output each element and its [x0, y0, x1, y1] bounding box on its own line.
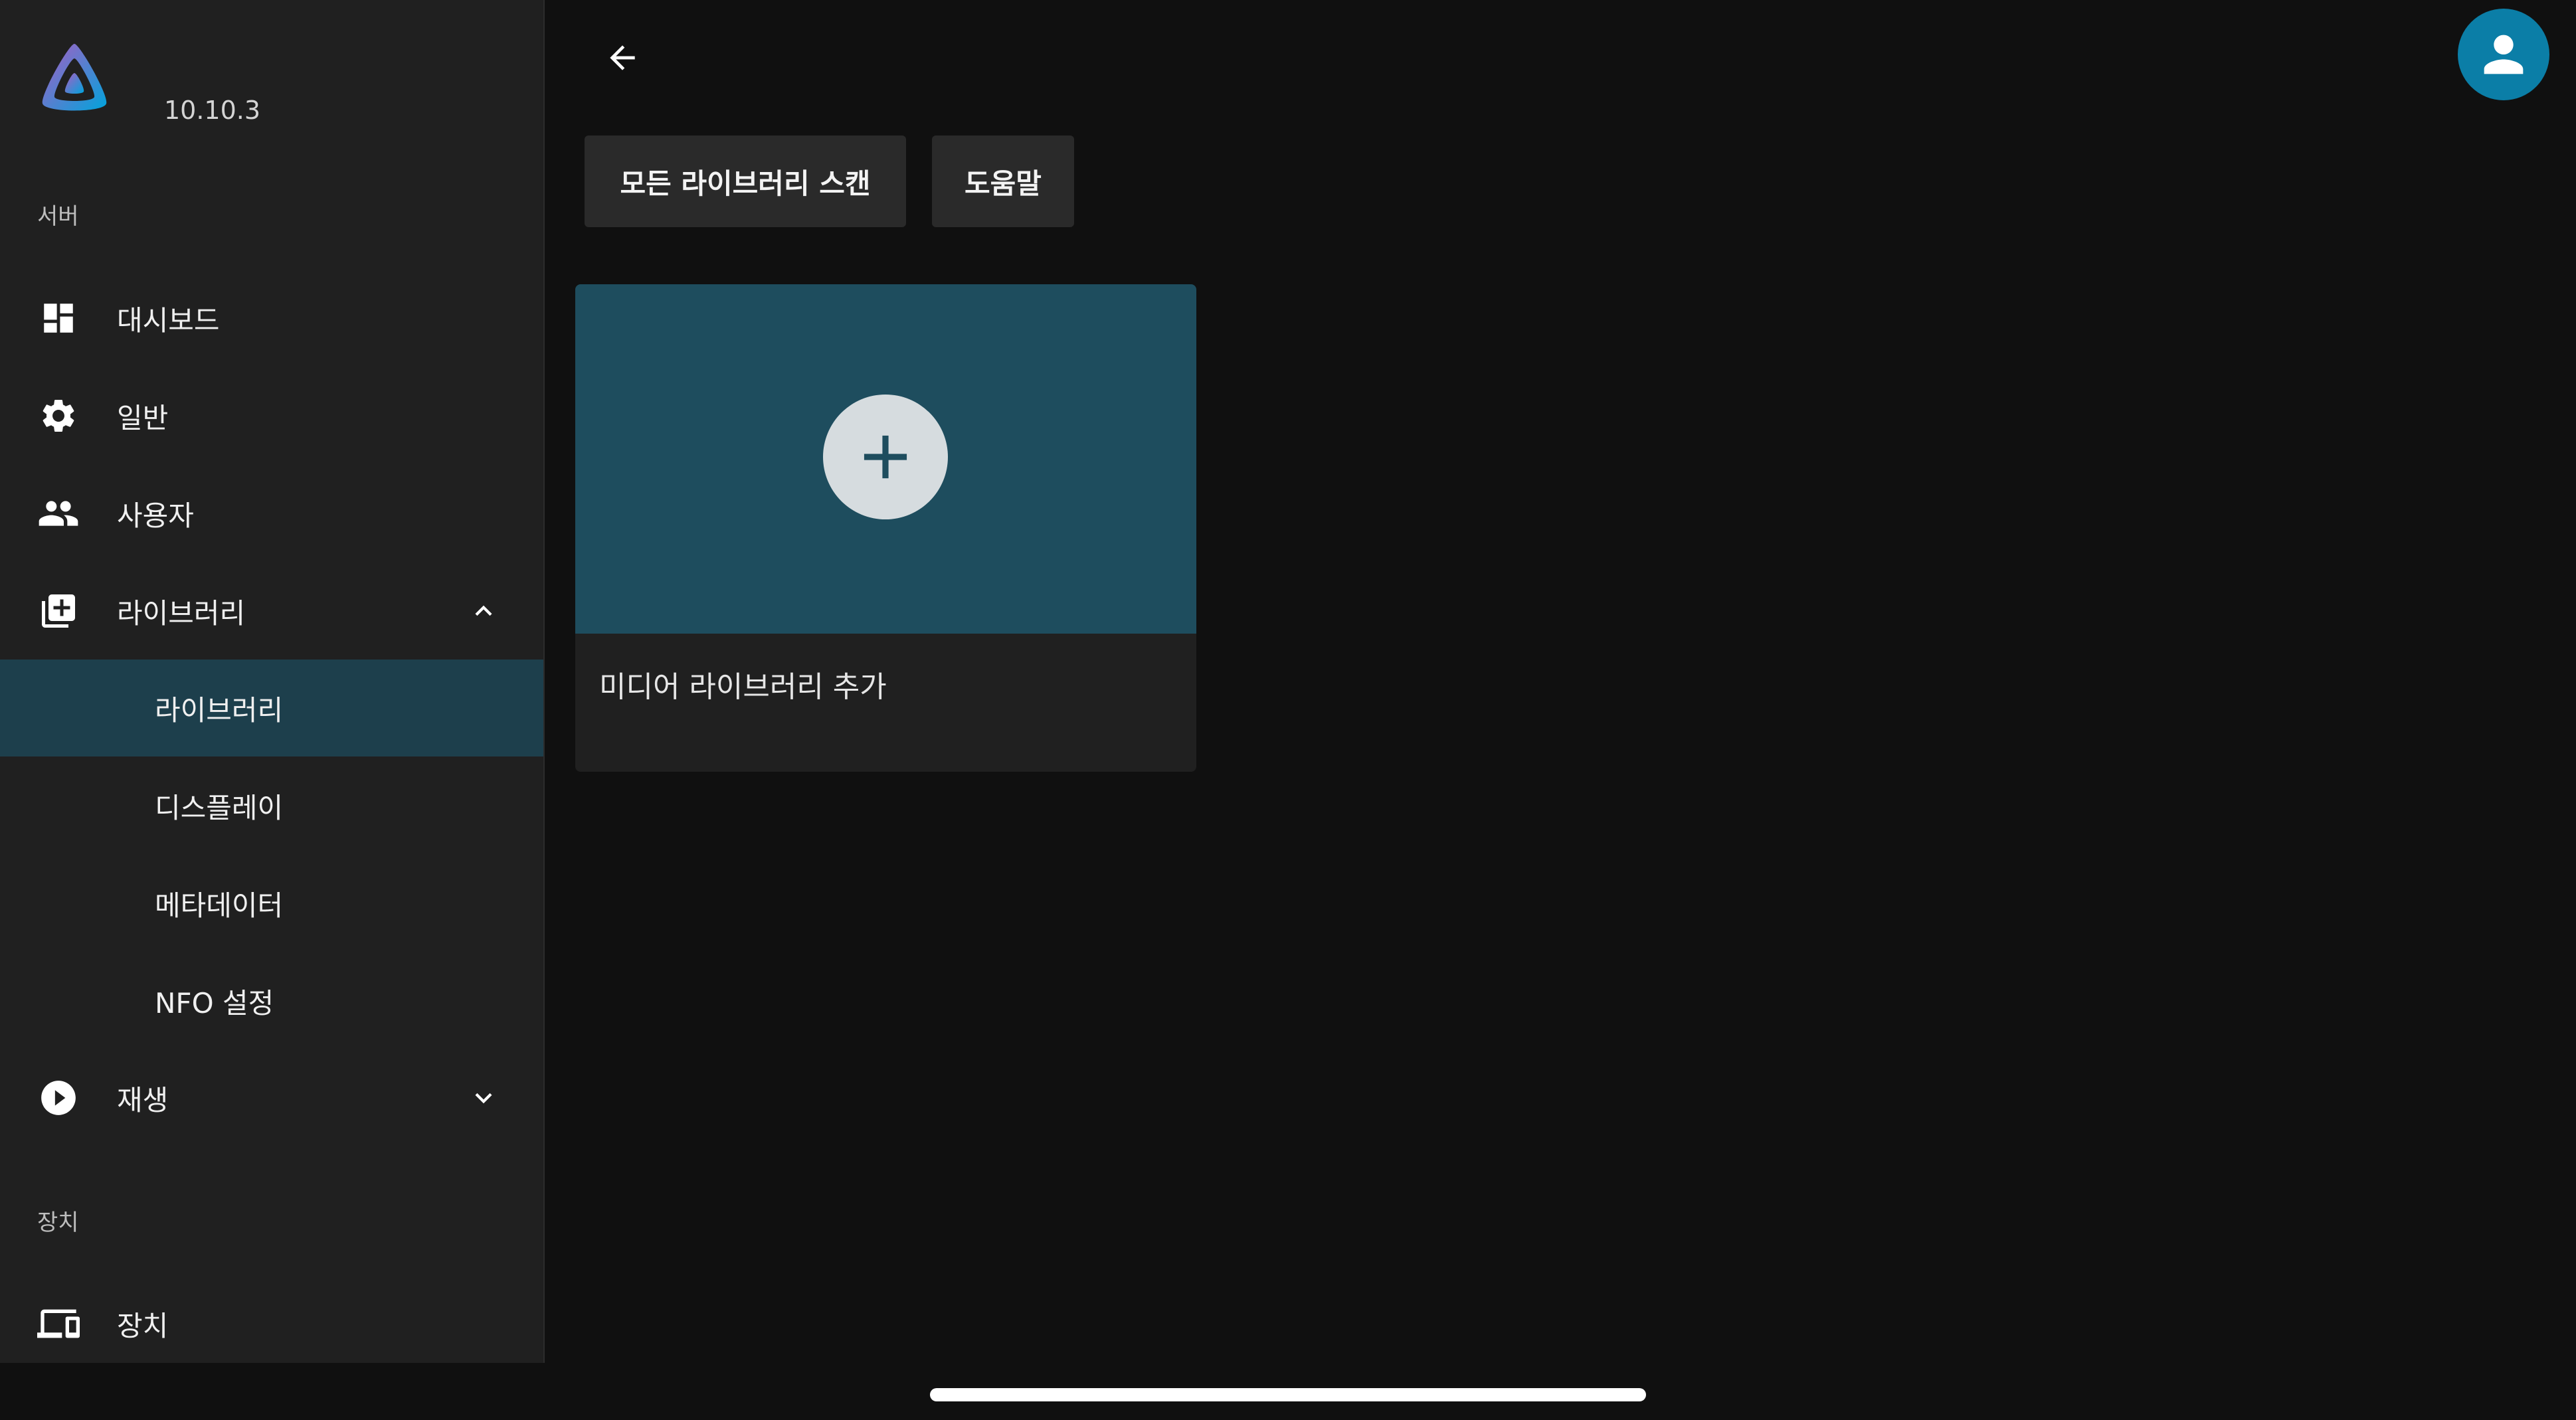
people-icon	[37, 492, 80, 535]
back-button[interactable]	[595, 30, 650, 86]
plus-icon	[864, 435, 907, 479]
add-media-library-card[interactable]: 미디어 라이브러리 추가	[575, 284, 1196, 772]
sidebar-item-users[interactable]: 사용자	[0, 465, 543, 562]
sidebar-subitem-metadata[interactable]: 메타데이터	[0, 855, 543, 952]
user-avatar-button[interactable]	[2458, 9, 2549, 100]
sidebar-item-devices[interactable]: 장치	[0, 1275, 543, 1372]
card-label: 미디어 라이브러리 추가	[599, 670, 887, 704]
gear-icon	[37, 395, 80, 437]
app-root: 10.10.3 서버 대시보드 일반 사용자 라이브러리 라이브러리 디스플레이…	[0, 0, 2576, 1420]
card-image	[575, 284, 1196, 634]
sidebar-item-library[interactable]: 라이브러리	[0, 563, 543, 660]
section-header-server: 서버	[37, 203, 79, 230]
jellyfin-logo[interactable]	[35, 40, 114, 120]
scan-all-libraries-button[interactable]: 모든 라이브러리 스캔	[585, 135, 906, 227]
sidebar-item-label: NFO 설정	[155, 986, 274, 1020]
sidebar-item-dashboard[interactable]: 대시보드	[0, 270, 543, 367]
sidebar-subitem-libraries[interactable]: 라이브러리	[0, 660, 543, 756]
sidebar-subitem-nfo-settings[interactable]: NFO 설정	[0, 952, 543, 1049]
sidebar-item-label: 디스플레이	[155, 791, 284, 824]
sidebar-item-label: 일반	[117, 401, 169, 434]
sidebar-item-label: 장치	[117, 1309, 169, 1342]
add-circle	[823, 395, 948, 519]
sidebar-subitem-display[interactable]: 디스플레이	[0, 757, 543, 854]
sidebar-item-playback[interactable]: 재생	[0, 1049, 543, 1146]
sidebar-item-general[interactable]: 일반	[0, 367, 543, 464]
sidebar-item-label: 재생	[117, 1083, 169, 1116]
sidebar-item-label: 라이브러리	[155, 693, 284, 727]
dashboard-icon	[37, 297, 80, 339]
sidebar-item-label: 라이브러리	[117, 596, 246, 630]
chevron-up-icon[interactable]	[465, 592, 502, 630]
library-add-icon	[37, 590, 80, 632]
play-circle-icon	[37, 1077, 80, 1119]
version-label: 10.10.3	[164, 96, 261, 125]
chevron-down-icon[interactable]	[465, 1079, 502, 1116]
help-button[interactable]: 도움말	[932, 135, 1074, 227]
home-indicator[interactable]	[930, 1388, 1646, 1401]
sidebar: 10.10.3 서버 대시보드 일반 사용자 라이브러리 라이브러리 디스플레이…	[0, 0, 545, 1363]
section-header-devices: 장치	[37, 1209, 79, 1236]
sidebar-item-label: 사용자	[117, 499, 194, 532]
sidebar-item-label: 대시보드	[117, 304, 220, 337]
devices-icon	[37, 1302, 80, 1345]
sidebar-item-label: 메타데이터	[155, 889, 284, 922]
person-icon	[2484, 35, 2524, 74]
arrow-back-icon	[610, 45, 635, 70]
